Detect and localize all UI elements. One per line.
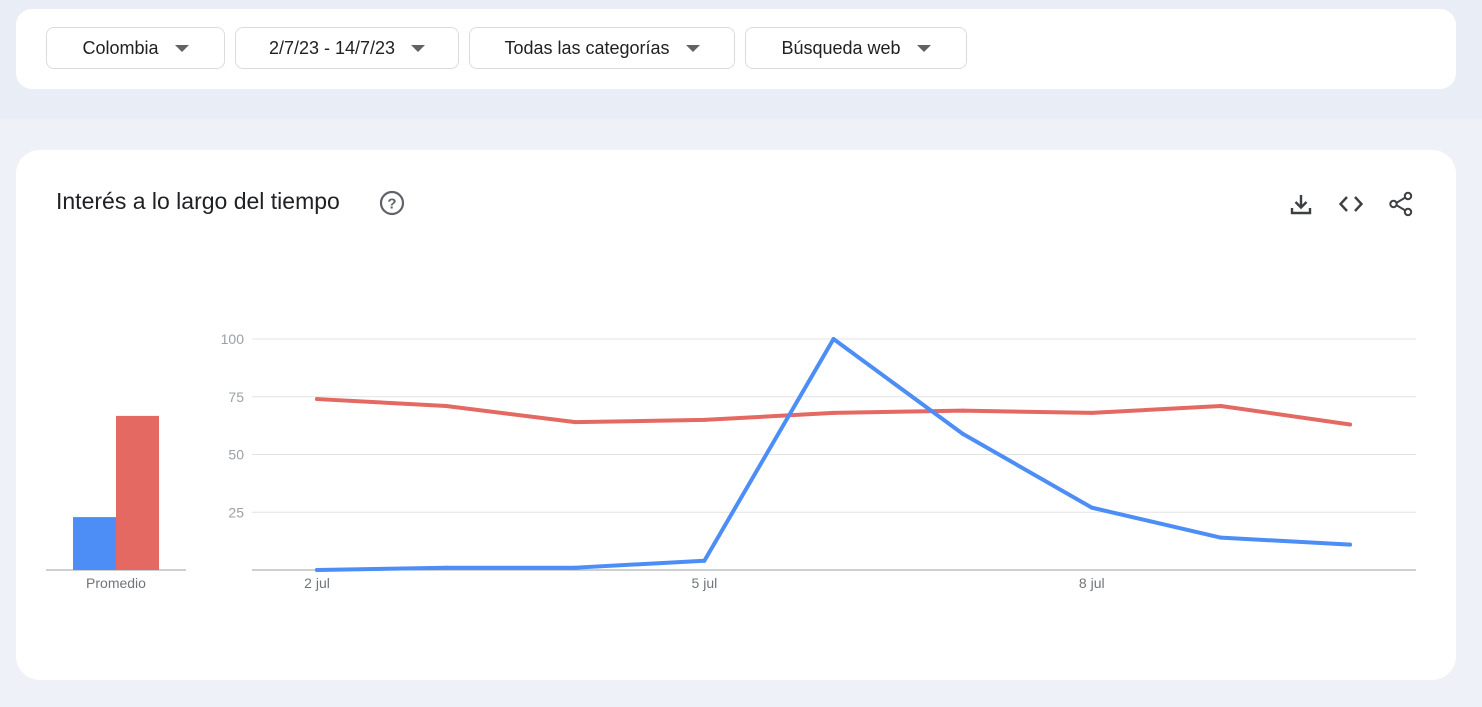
average-bar-blue bbox=[73, 517, 116, 570]
average-chart: Promedio bbox=[46, 415, 186, 591]
filter-bar: Colombia 2/7/23 - 14/7/23 Todas las cate… bbox=[16, 9, 1456, 89]
date-range-dropdown[interactable]: 2/7/23 - 14/7/23 bbox=[235, 27, 459, 69]
data-point bbox=[960, 408, 965, 413]
y-tick-label: 100 bbox=[221, 331, 245, 347]
chevron-down-icon bbox=[174, 44, 189, 52]
region-label: Colombia bbox=[82, 37, 159, 58]
data-point bbox=[1348, 422, 1352, 427]
search-type-label: Búsqueda web bbox=[781, 37, 901, 58]
data-point bbox=[831, 337, 836, 341]
data-point bbox=[573, 420, 578, 425]
data-point bbox=[1089, 410, 1094, 415]
x-tick-label: 8 jul bbox=[1079, 575, 1105, 591]
y-tick-label: 75 bbox=[228, 389, 244, 405]
date-range-label: 2/7/23 - 14/7/23 bbox=[268, 37, 396, 58]
data-point bbox=[960, 431, 965, 436]
data-point bbox=[1089, 505, 1094, 510]
data-point bbox=[1218, 403, 1223, 408]
data-point bbox=[315, 568, 319, 572]
data-point bbox=[702, 558, 707, 563]
average-label: Promedio bbox=[86, 575, 146, 591]
category-label: Todas las categorías bbox=[504, 37, 670, 58]
line-chart: 100 75 50 25 2 jul 5 jul 8 jul bbox=[221, 331, 1416, 591]
data-point bbox=[702, 417, 707, 422]
x-tick-label: 5 jul bbox=[692, 575, 718, 591]
x-tick-label: 2 jul bbox=[304, 575, 330, 591]
data-point bbox=[831, 410, 836, 415]
interest-chart: Promedio 100 75 50 25 2 jul 5 jul 8 jul bbox=[46, 331, 1416, 591]
region-dropdown[interactable]: Colombia bbox=[46, 27, 225, 69]
data-point bbox=[444, 403, 449, 408]
y-tick-label: 25 bbox=[228, 504, 244, 520]
chevron-down-icon bbox=[411, 44, 426, 52]
chevron-down-icon bbox=[916, 44, 931, 52]
data-point bbox=[573, 565, 578, 570]
data-point bbox=[444, 565, 449, 570]
search-type-dropdown[interactable]: Búsqueda web bbox=[745, 27, 967, 69]
interest-over-time-card: Interés a lo largo del tiempo ? Promedio… bbox=[16, 150, 1456, 680]
data-point bbox=[1218, 535, 1223, 540]
category-dropdown[interactable]: Todas las categorías bbox=[469, 27, 735, 69]
data-point bbox=[1348, 542, 1352, 547]
data-point bbox=[315, 397, 319, 402]
chevron-down-icon bbox=[685, 44, 700, 52]
y-tick-label: 50 bbox=[228, 447, 244, 463]
average-bar-red bbox=[116, 415, 159, 570]
